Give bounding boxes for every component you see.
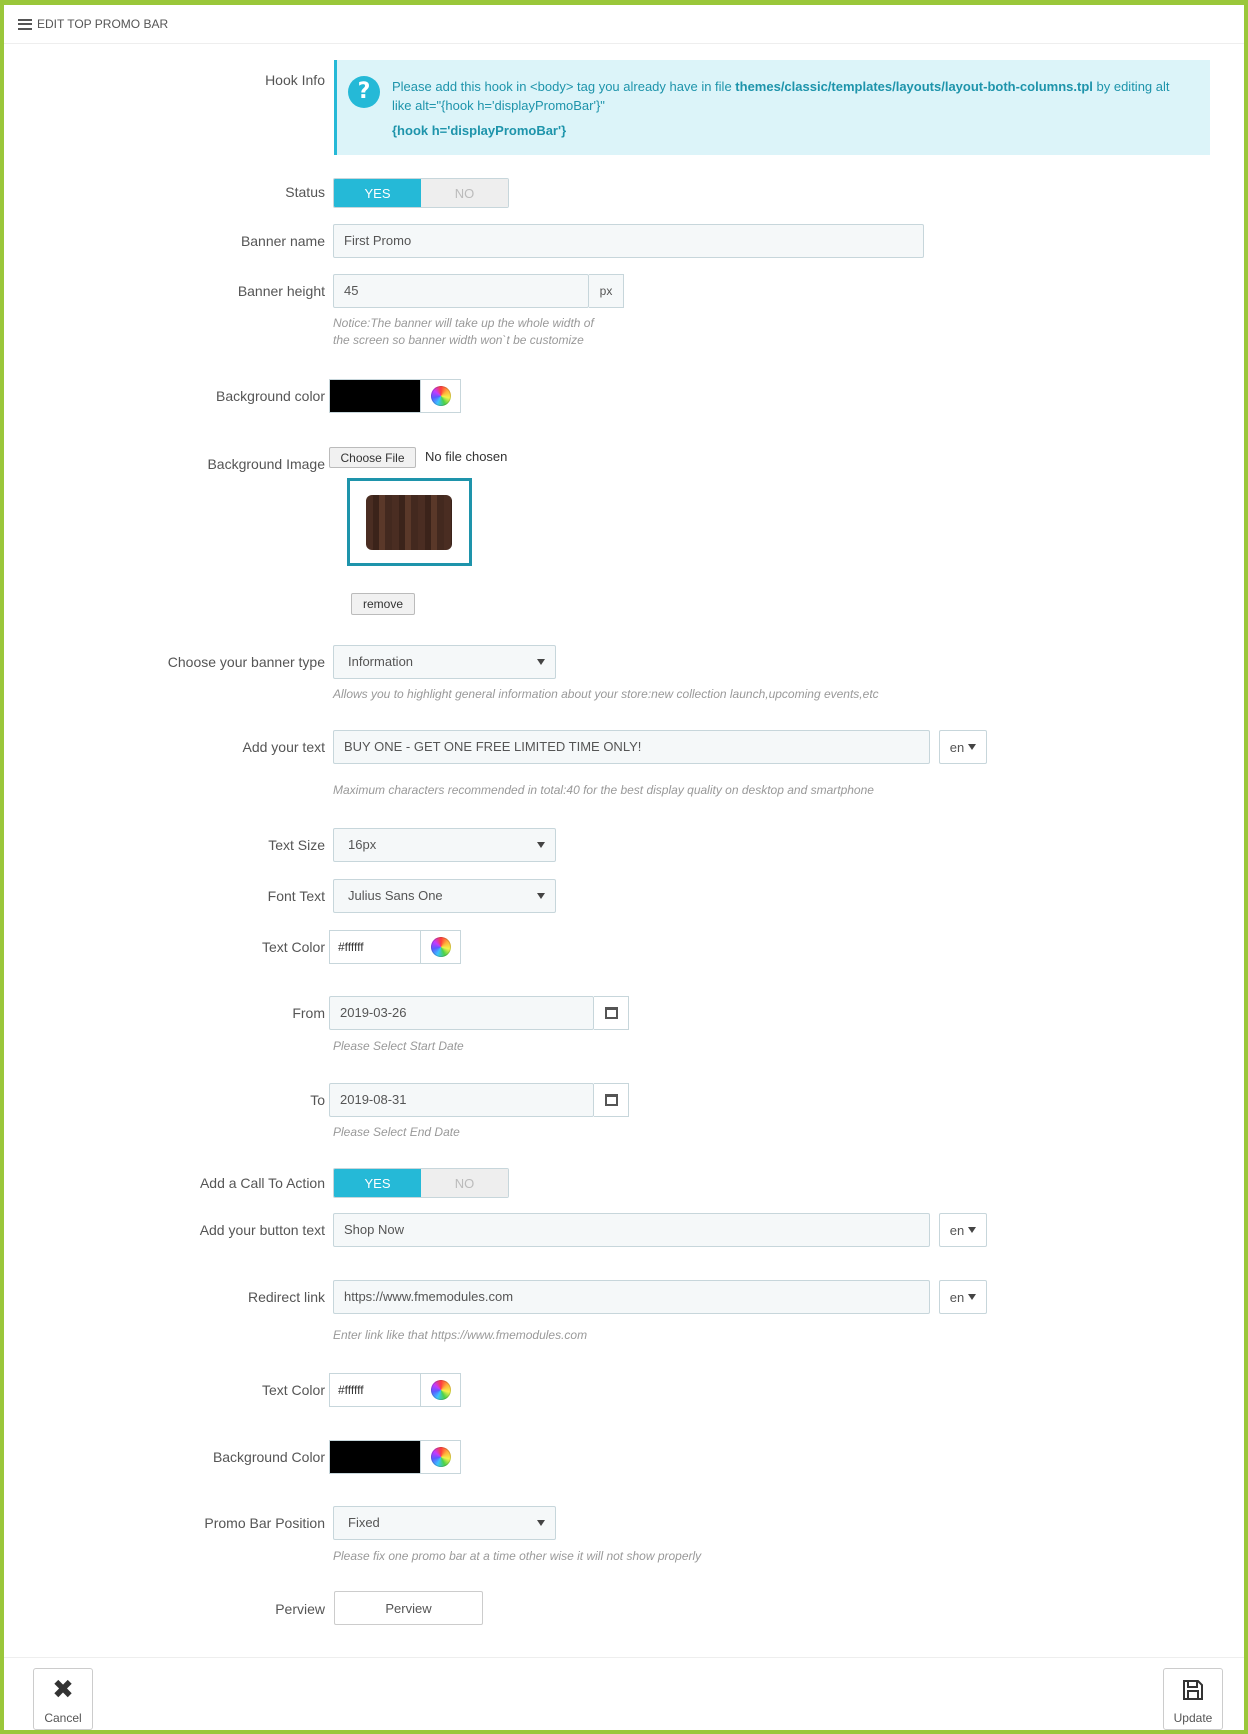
color-wheel-button[interactable] xyxy=(421,1440,461,1474)
hook-info-label: Hook Info xyxy=(265,72,325,88)
to-label: To xyxy=(310,1092,325,1108)
to-date-input[interactable]: 2019-08-31 xyxy=(329,1083,594,1117)
save-icon xyxy=(1181,1669,1205,1711)
question-icon: ? xyxy=(348,76,380,108)
form-panel xyxy=(0,0,1248,1734)
to-help: Please Select End Date xyxy=(333,1125,460,1139)
banner-name-input[interactable]: First Promo xyxy=(333,224,924,258)
banner-type-help: Allows you to highlight general informat… xyxy=(333,687,879,701)
to-calendar-button[interactable] xyxy=(594,1083,629,1117)
background-color-label: Background color xyxy=(216,388,325,404)
caret-down-icon xyxy=(968,1227,977,1233)
status-yes[interactable]: YES xyxy=(334,179,421,207)
banner-height-help: Notice:The banner will take up the whole… xyxy=(333,316,594,347)
button-text-color-picker[interactable]: #ffffff xyxy=(329,1373,461,1407)
position-label: Promo Bar Position xyxy=(204,1515,325,1531)
banner-height-label: Banner height xyxy=(237,283,325,299)
banner-type-label: Choose your banner type xyxy=(167,654,325,670)
add-text-input[interactable]: BUY ONE - GET ONE FREE LIMITED TIME ONLY… xyxy=(333,730,930,764)
cancel-button[interactable]: ✖ Cancel xyxy=(33,1668,93,1730)
update-button[interactable]: Update xyxy=(1163,1668,1223,1730)
font-text-label: Font Text xyxy=(267,888,325,904)
color-wheel-icon xyxy=(430,937,451,957)
footer-divider xyxy=(4,1657,1244,1658)
redirect-input[interactable]: https://www.fmemodules.com xyxy=(333,1280,930,1314)
redirect-help: Enter link like that https://www.fmemodu… xyxy=(333,1328,588,1342)
button-text-label: Add your button text xyxy=(199,1222,325,1238)
cta-switch[interactable]: YES NO xyxy=(333,1168,509,1198)
button-background-color-label: Background Color xyxy=(212,1449,325,1465)
wood-image-thumbnail xyxy=(366,495,452,550)
button-text-color-label: Text Color xyxy=(261,1382,325,1398)
button-background-color-swatch[interactable] xyxy=(329,1440,421,1474)
redirect-label: Redirect link xyxy=(247,1289,325,1305)
banner-name-label: Banner name xyxy=(240,233,325,249)
from-calendar-button[interactable] xyxy=(594,996,629,1030)
add-text-lang-button[interactable]: en xyxy=(939,730,987,764)
button-text-lang-button[interactable]: en xyxy=(939,1213,987,1247)
caret-down-icon xyxy=(968,1294,977,1300)
list-icon xyxy=(18,18,32,30)
add-text-help: Maximum characters recommended in total:… xyxy=(333,783,874,797)
background-color-picker[interactable] xyxy=(329,379,461,413)
background-image-label: Background Image xyxy=(207,456,325,472)
position-select[interactable]: Fixed xyxy=(333,1506,556,1540)
status-label: Status xyxy=(285,184,325,200)
color-wheel-icon xyxy=(430,386,451,406)
banner-height-input[interactable]: 45 xyxy=(333,274,589,308)
color-wheel-button[interactable] xyxy=(421,379,461,413)
hook-info-code: {hook h='displayPromoBar'} xyxy=(392,123,567,138)
cta-label: Add a Call To Action xyxy=(199,1175,325,1191)
color-wheel-button[interactable] xyxy=(421,930,461,964)
chevron-down-icon xyxy=(537,659,545,665)
background-color-swatch[interactable] xyxy=(329,379,421,413)
from-help: Please Select Start Date xyxy=(333,1039,464,1053)
px-addon: px xyxy=(589,274,624,308)
text-color-value[interactable]: #ffffff xyxy=(329,930,421,964)
button-background-color-picker[interactable] xyxy=(329,1440,461,1474)
button-text-color-value[interactable]: #ffffff xyxy=(329,1373,421,1407)
close-icon: ✖ xyxy=(52,1675,74,1705)
choose-file-button[interactable]: Choose File xyxy=(329,447,416,468)
floppy-disk-icon xyxy=(1183,1680,1203,1700)
text-color-label: Text Color xyxy=(261,939,325,955)
preview-label: Perview xyxy=(275,1601,325,1617)
image-preview-frame xyxy=(347,478,472,566)
banner-type-select[interactable]: Information xyxy=(333,645,556,679)
button-text-input[interactable]: Shop Now xyxy=(333,1213,930,1247)
cta-yes[interactable]: YES xyxy=(334,1169,421,1197)
cta-no[interactable]: NO xyxy=(421,1169,508,1197)
calendar-icon xyxy=(604,1094,618,1106)
redirect-lang-button[interactable]: en xyxy=(939,1280,987,1314)
from-label: From xyxy=(292,1005,325,1021)
remove-image-button[interactable]: remove xyxy=(351,593,415,615)
hook-info-alert: ? Please add this hook in <body> tag you… xyxy=(334,60,1210,155)
status-no[interactable]: NO xyxy=(421,179,508,207)
text-color-picker[interactable]: #ffffff xyxy=(329,930,461,964)
chevron-down-icon xyxy=(537,842,545,848)
font-text-select[interactable]: Julius Sans One xyxy=(333,879,556,913)
text-size-label: Text Size xyxy=(268,837,325,853)
hook-info-text: Please add this hook in <body> tag you a… xyxy=(392,79,1170,113)
from-date-input[interactable]: 2019-03-26 xyxy=(329,996,594,1030)
chevron-down-icon xyxy=(537,1520,545,1526)
no-file-text: No file chosen xyxy=(425,449,508,464)
panel-header: EDIT TOP PROMO BAR xyxy=(4,5,1244,44)
chevron-down-icon xyxy=(537,893,545,899)
hook-info-file: themes/classic/templates/layouts/layout-… xyxy=(735,79,1093,94)
status-switch[interactable]: YES NO xyxy=(333,178,509,208)
add-text-label: Add your text xyxy=(242,739,326,755)
position-help: Please fix one promo bar at a time other… xyxy=(333,1549,702,1563)
text-size-select[interactable]: 16px xyxy=(333,828,556,862)
caret-down-icon xyxy=(968,744,977,750)
color-wheel-button[interactable] xyxy=(421,1373,461,1407)
color-wheel-icon xyxy=(430,1380,451,1400)
calendar-icon xyxy=(604,1007,618,1019)
preview-button[interactable]: Perview xyxy=(334,1591,483,1625)
color-wheel-icon xyxy=(430,1447,451,1467)
panel-title: EDIT TOP PROMO BAR xyxy=(37,17,169,31)
